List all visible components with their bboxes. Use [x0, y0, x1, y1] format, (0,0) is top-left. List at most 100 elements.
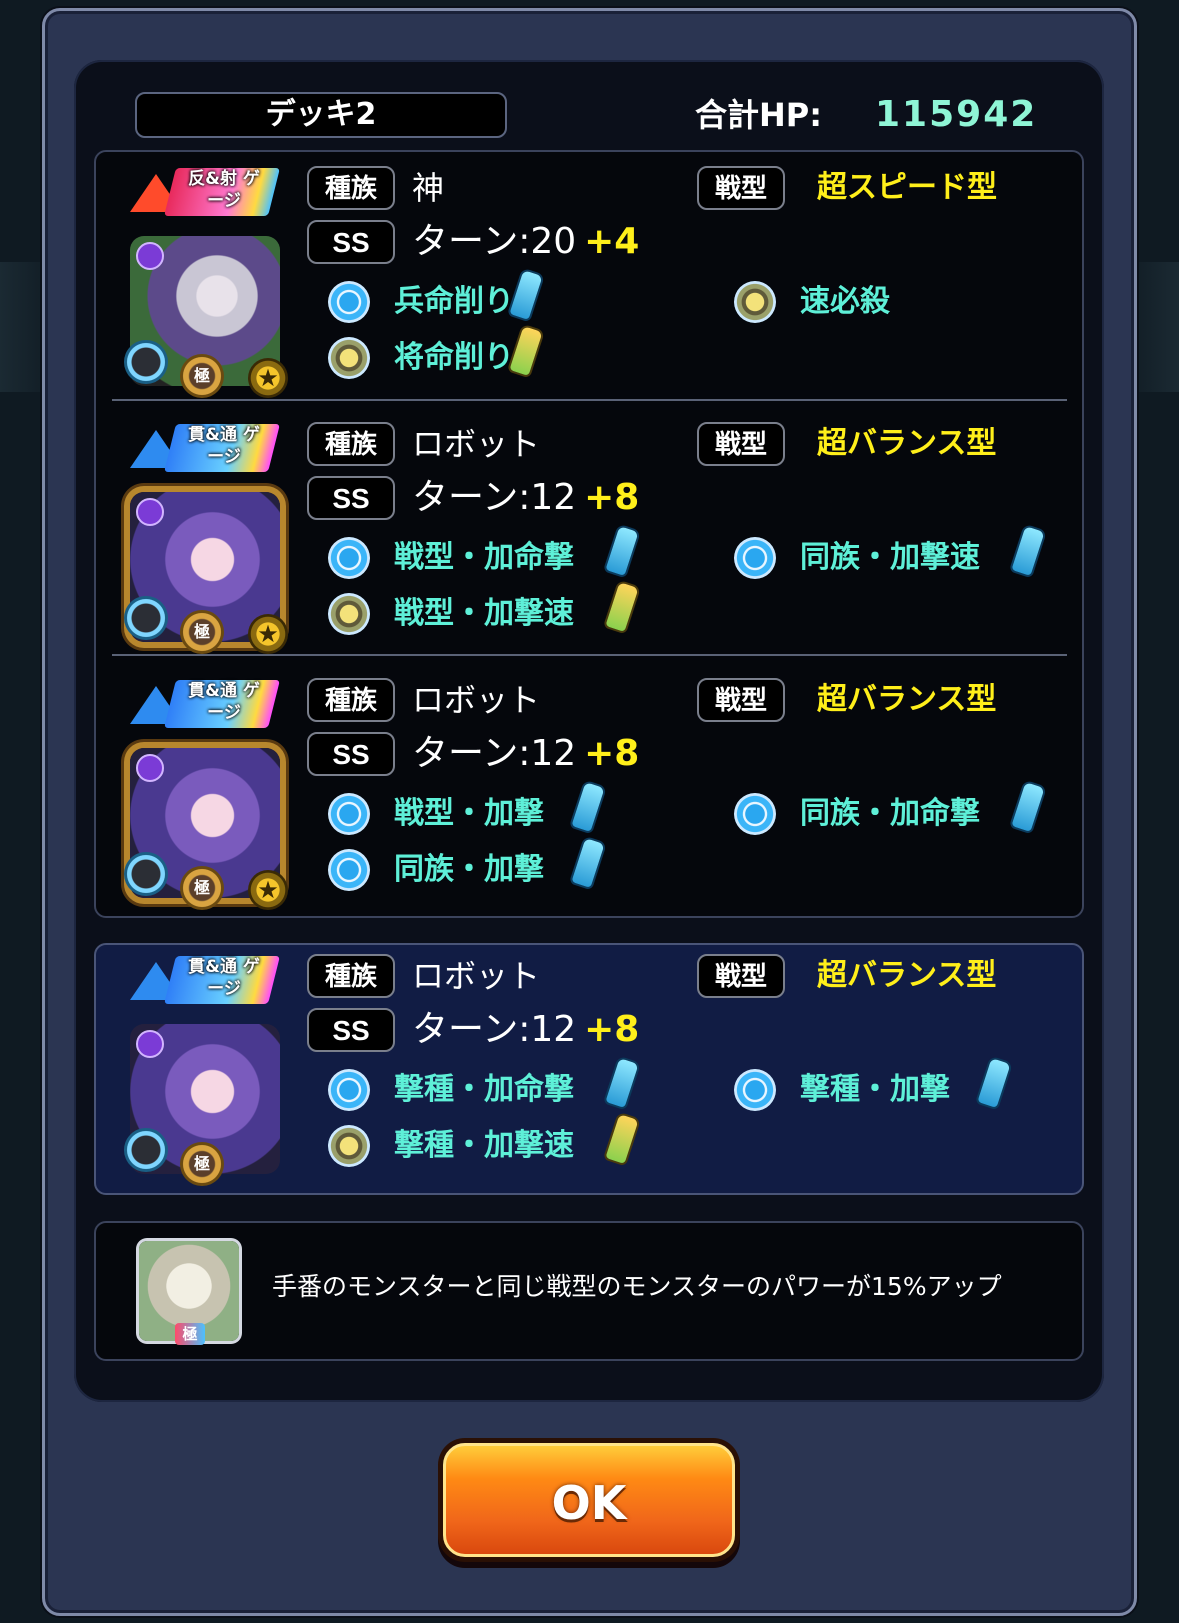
gauge-badge: 貫&通 ゲージ	[130, 676, 280, 732]
ability-name: 撃種・加撃	[800, 1072, 950, 1107]
ability-medal-icon	[734, 1069, 776, 1111]
ability-medal-icon	[734, 281, 776, 323]
ability-medal-icon	[328, 593, 370, 635]
ability-medal-icon	[328, 281, 370, 323]
total-hp-label: 合計HP:	[695, 96, 823, 134]
ability-1: 撃種・加命撃	[328, 1058, 668, 1112]
ability-name: 戦型・加撃	[394, 796, 544, 831]
gauge-label: 反&射 ゲージ	[188, 169, 260, 211]
ss-turn: ターン:12 +8	[412, 730, 639, 778]
ability-2: 同族・加命撃	[734, 782, 1074, 836]
race-value: ロボット	[412, 681, 541, 719]
ss-tag: SS	[307, 476, 395, 520]
ability-medal-icon	[328, 1125, 370, 1167]
lightning-icon	[136, 754, 164, 782]
gauge-badge: 貫&通 ゲージ	[130, 420, 280, 476]
gauge-badge: 貫&通 ゲージ	[130, 952, 280, 1008]
race-value: ロボット	[412, 425, 541, 463]
star-icon: ★	[248, 870, 288, 910]
lightning-icon	[136, 242, 164, 270]
ss-tag: SS	[307, 1008, 395, 1052]
race-tag: 種族	[307, 422, 395, 466]
ability-name: 将命削り	[394, 340, 514, 375]
ability-medal-icon	[328, 1069, 370, 1111]
type-value: 超スピード型	[817, 170, 997, 205]
gauge-label: 貫&通 ゲージ	[188, 425, 260, 467]
ss-turn: ターン:12 +8	[412, 474, 639, 522]
ability-2: 同族・加撃速	[734, 526, 1074, 580]
row-divider	[112, 654, 1067, 656]
leader-skill-panel: 極 手番のモンスターと同じ戦型のモンスターのパワーが15%アップ	[94, 1221, 1084, 1361]
type-value: 超バランス型	[817, 958, 997, 993]
race-value: ロボット	[412, 957, 541, 995]
ability-1: 兵命削り	[328, 270, 628, 324]
race-tag: 種族	[307, 166, 395, 210]
ability-name: 同族・加撃	[394, 852, 544, 887]
ss-turn-value: ターン:12	[412, 1009, 577, 1050]
orb-icon	[124, 596, 168, 640]
kyoku-badge: 極	[180, 1142, 224, 1186]
orb-icon	[124, 852, 168, 896]
ability-name: 速必殺	[800, 284, 890, 319]
ability-name: 同族・加命撃	[800, 796, 980, 831]
ability-medal-icon	[328, 537, 370, 579]
row-divider	[112, 399, 1067, 401]
star-icon: ★	[248, 614, 288, 654]
ability-3: 同族・加撃	[328, 838, 668, 892]
ability-3: 撃種・加撃速	[328, 1114, 668, 1168]
leader-portrait[interactable]: 極	[139, 1241, 239, 1345]
lightning-icon	[136, 498, 164, 526]
monster-portrait[interactable]: 極	[124, 1024, 280, 1186]
kyoku-badge: 極	[180, 866, 224, 910]
ss-turn-value: ターン:20	[412, 221, 577, 262]
orb-icon	[124, 1128, 168, 1172]
orb-icon	[124, 340, 168, 384]
ss-tag: SS	[307, 732, 395, 776]
monster-portrait[interactable]: 極 ★	[124, 236, 288, 398]
kyoku-badge: 極	[175, 1323, 205, 1345]
ability-1: 戦型・加命撃	[328, 526, 668, 580]
gauge-label: 貫&通 ゲージ	[188, 957, 260, 999]
ability-name: 撃種・加命撃	[394, 1072, 574, 1107]
gauge-label: 貫&通 ゲージ	[188, 681, 260, 723]
ability-name: 同族・加撃速	[800, 540, 980, 575]
kyoku-badge: 極	[180, 354, 224, 398]
ss-turn: ターン:20 +4	[412, 218, 639, 266]
type-value: 超バランス型	[817, 426, 997, 461]
ss-turn-plus: +8	[584, 733, 640, 774]
ability-name: 撃種・加撃速	[394, 1128, 574, 1163]
leader-skill-text: 手番のモンスターと同じ戦型のモンスターのパワーが15%アップ	[272, 1272, 1002, 1301]
ability-name: 戦型・加命撃	[394, 540, 574, 575]
ss-turn-plus: +4	[584, 221, 640, 262]
ability-medal-icon	[734, 537, 776, 579]
total-hp-value: 115942	[875, 94, 1038, 135]
ability-name: 戦型・加撃速	[394, 596, 574, 631]
lightning-icon	[136, 1030, 164, 1058]
type-tag: 戦型	[697, 678, 785, 722]
ss-turn-value: ターン:12	[412, 733, 577, 774]
race-value: 神	[412, 169, 445, 207]
ss-tag: SS	[307, 220, 395, 264]
star-icon: ★	[248, 358, 288, 398]
ok-button[interactable]: OK	[443, 1443, 735, 1557]
ss-turn-plus: +8	[584, 477, 640, 518]
type-tag: 戦型	[697, 166, 785, 210]
type-value: 超バランス型	[817, 682, 997, 717]
ability-medal-icon	[328, 337, 370, 379]
monster-portrait[interactable]: 極 ★	[124, 748, 288, 910]
ability-2: 撃種・加撃	[734, 1058, 1074, 1112]
ability-medal-icon	[328, 793, 370, 835]
ability-name: 兵命削り	[394, 284, 514, 319]
ss-turn: ターン:12 +8	[412, 1006, 639, 1054]
monster-portrait[interactable]: 極 ★	[124, 492, 288, 654]
type-tag: 戦型	[697, 422, 785, 466]
ability-2: 速必殺	[734, 280, 1034, 324]
race-tag: 種族	[307, 678, 395, 722]
ability-3: 戦型・加撃速	[328, 582, 668, 636]
ability-medal-icon	[734, 793, 776, 835]
type-tag: 戦型	[697, 954, 785, 998]
ability-3: 将命削り	[328, 326, 628, 380]
race-tag: 種族	[307, 954, 395, 998]
gauge-badge: 反&射 ゲージ	[130, 164, 280, 220]
ability-medal-icon	[328, 849, 370, 891]
